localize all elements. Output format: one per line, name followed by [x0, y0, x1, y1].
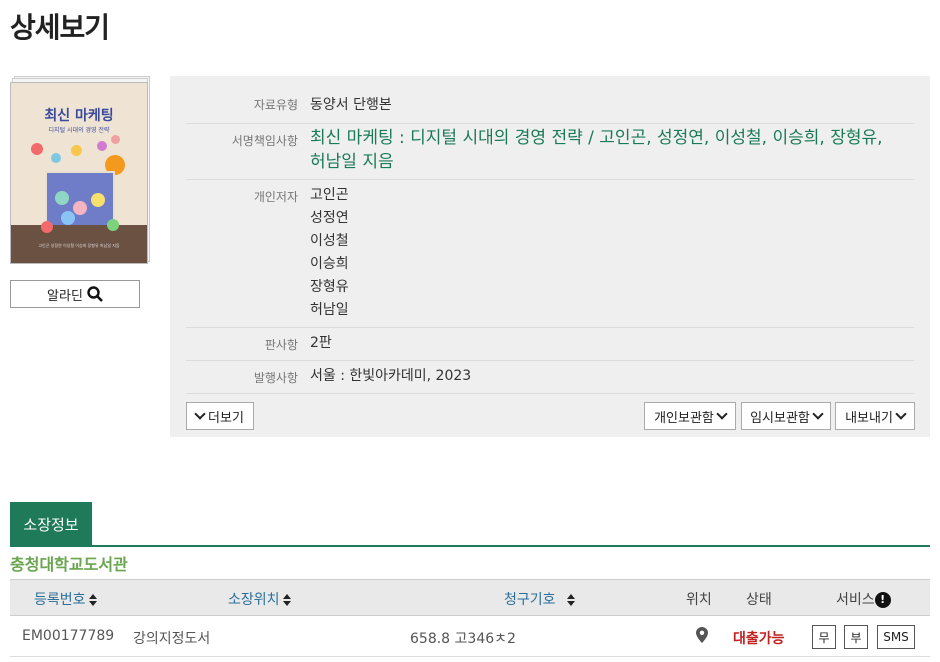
book-cover-image: 최신 마케팅 디지털 시대의 경영 전략 고인곤 성정연 이성철 이승희 장형유…: [10, 82, 148, 264]
column-status: 상태: [746, 592, 772, 608]
chevron-down-icon: [895, 408, 907, 420]
chevron-down-icon: [194, 408, 206, 420]
aladin-button[interactable]: 알라딘: [10, 280, 140, 308]
column-position: 위치: [686, 592, 712, 608]
sort-icon: [567, 594, 576, 606]
service-button-copy[interactable]: 부: [844, 625, 868, 649]
sort-icon: [88, 594, 97, 606]
sms-button[interactable]: SMS: [877, 625, 915, 649]
detail-label: 서명책임사항: [231, 134, 298, 148]
cover-title: 최신 마케팅: [44, 108, 114, 124]
info-icon[interactable]: !: [874, 592, 891, 608]
detail-row-type: 자료유형 동양서 단행본: [186, 94, 914, 124]
call-no-cell: 658.8 고346ㅊ2: [410, 631, 516, 647]
author-item: 고인곤: [310, 187, 349, 203]
cover-subtitle: 디지털 시대의 경영 전략: [48, 127, 110, 134]
detail-value: 동양서 단행본: [310, 97, 392, 113]
detail-value: 서울 : 한빛아카데미, 2023: [310, 368, 472, 384]
table-row: EM00177789 강의지정도서 658.8 고346ㅊ2 대출가능 무 부 …: [10, 617, 930, 657]
detail-row-edition: 판사항 2판: [186, 330, 914, 361]
author-item: 이성철: [310, 233, 349, 249]
personal-save-button[interactable]: 개인보관함: [644, 402, 736, 430]
detail-label: 자료유형: [253, 98, 298, 112]
book-title: 최신 마케팅 : 디지털 시대의 경영 전략 / 고인곤, 성정연, 이성철, …: [310, 128, 883, 172]
author-item: 성정연: [310, 210, 349, 226]
holdings-table-header: 등록번호 소장위치 청구기호 위치 상태 서비스!: [10, 579, 930, 616]
column-reg-no[interactable]: 등록번호: [34, 589, 97, 609]
map-pin-icon[interactable]: [696, 627, 708, 647]
aladin-label: 알라딘: [47, 288, 83, 304]
author-item: 허남일: [310, 302, 349, 318]
search-icon: [87, 286, 103, 302]
column-location[interactable]: 소장위치: [228, 589, 291, 609]
detail-panel: 자료유형 동양서 단행본 서명책임사항 최신 마케팅 : 디지털 시대의 경영 …: [170, 76, 930, 437]
detail-row-title: 서명책임사항 최신 마케팅 : 디지털 시대의 경영 전략 / 고인곤, 성정연…: [186, 126, 914, 180]
detail-label: 개인저자: [253, 190, 298, 204]
detail-label: 발행사항: [253, 371, 298, 385]
sort-icon: [282, 594, 291, 606]
book-cover: 최신 마케팅 디지털 시대의 경영 전략 고인곤 성정연 이성철 이승희 장형유…: [10, 76, 150, 266]
author-item: 이승희: [310, 256, 349, 272]
cover-authors: 고인곤 성정연 이성철 이승희 장형유 허남일 지음: [38, 243, 120, 248]
more-button[interactable]: 더보기: [186, 402, 254, 430]
service-button-free[interactable]: 무: [812, 625, 836, 649]
temp-save-button[interactable]: 임시보관함: [741, 402, 831, 430]
reg-no-cell: EM00177789: [22, 628, 115, 644]
export-button[interactable]: 내보내기: [835, 402, 915, 430]
detail-label: 판사항: [264, 338, 298, 352]
location-cell: 강의지정도서: [133, 631, 211, 647]
column-call-no[interactable]: 청구기호: [504, 589, 576, 609]
author-item: 장형유: [310, 279, 349, 295]
status-badge: 대출가능: [733, 631, 785, 647]
detail-row-publish: 발행사항 서울 : 한빛아카데미, 2023: [186, 363, 914, 394]
tab-holdings[interactable]: 소장정보: [10, 502, 92, 546]
library-name: 충청대학교도서관: [10, 555, 128, 574]
detail-actions: 더보기 개인보관함 임시보관함 내보내기: [186, 402, 915, 430]
detail-value: 2판: [310, 335, 332, 351]
chevron-down-icon: [812, 408, 824, 420]
detail-row-authors: 개인저자 고인곤 성정연 이성철 이승희 장형유 허남일: [186, 182, 914, 328]
chevron-down-icon: [716, 408, 728, 420]
column-service: 서비스!: [836, 589, 891, 609]
page-title: 상세보기: [10, 11, 110, 44]
